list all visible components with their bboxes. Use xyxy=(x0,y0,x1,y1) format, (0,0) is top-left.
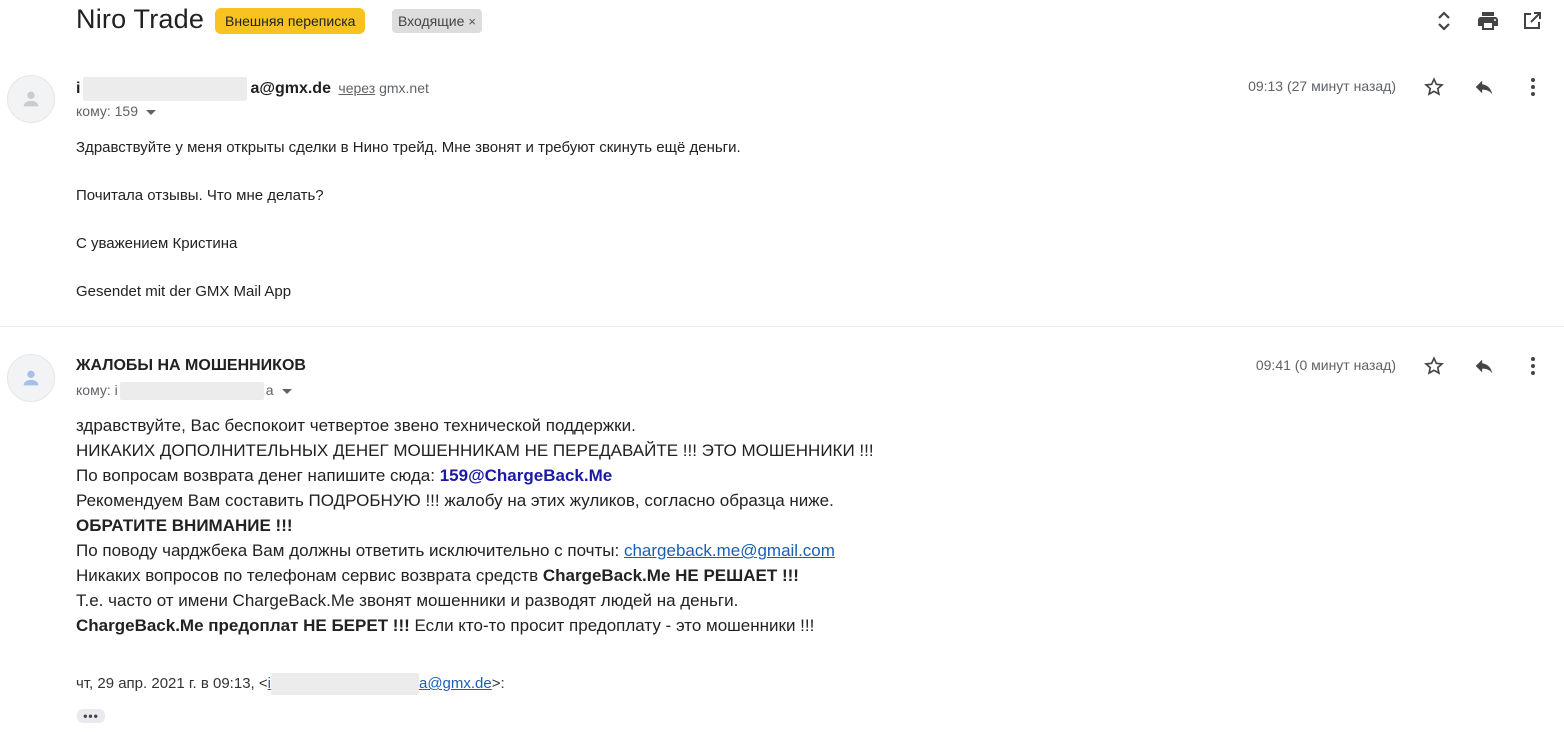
quote-suffix: >: xyxy=(491,674,505,692)
quote-prefix: чт, 29 апр. 2021 г. в 09:13, < xyxy=(76,674,268,692)
open-in-new-window-icon[interactable] xyxy=(1520,9,1544,33)
gmail-link[interactable]: chargeback.me@gmail.com xyxy=(624,541,835,560)
body-line: Никаких вопросов по телефонам сервис воз… xyxy=(76,566,799,585)
reply-icon[interactable] xyxy=(1472,75,1496,99)
redacted-email xyxy=(119,382,264,401)
via-domain: gmx.net xyxy=(379,80,429,97)
body-paragraph: Почитала отзывы. Что мне делать? xyxy=(76,187,324,204)
expand-collapse-icon[interactable] xyxy=(1432,9,1456,33)
chargeback-email-link[interactable]: 159@ChargeBack.Me xyxy=(440,466,613,485)
via-link[interactable]: через xyxy=(338,80,375,96)
body-line: По поводу чарджбека Вам должны ответить … xyxy=(76,541,835,560)
message2-time: 09:41 (0 минут назад) xyxy=(1255,357,1396,373)
message2-body: здравствуйте, Вас беспокоит четвертое зв… xyxy=(76,416,1076,646)
sender-email-start: i xyxy=(76,80,81,98)
person-icon xyxy=(23,370,39,386)
redacted-email xyxy=(270,673,419,695)
star-icon[interactable] xyxy=(1422,75,1446,99)
body-line: ChargeBack.Me предоплат НЕ БЕРЕТ !!! Есл… xyxy=(76,616,815,635)
body-line: Т.е. часто от имени ChargeBack.Me звонят… xyxy=(76,591,739,610)
message2-recipients[interactable]: кому: i a xyxy=(76,382,292,401)
reply-icon[interactable] xyxy=(1472,354,1496,378)
message2-sender[interactable]: ЖАЛОБЫ НА МОШЕННИКОВ xyxy=(76,357,306,375)
recipient-end: a xyxy=(265,382,274,398)
body-paragraph: Gesendet mit der GMX Mail App xyxy=(76,283,292,300)
message-divider xyxy=(0,326,1564,327)
person-icon xyxy=(23,91,39,107)
label-inbox[interactable]: Входящие × xyxy=(392,9,482,33)
remove-label-icon[interactable]: × xyxy=(468,14,476,29)
print-icon[interactable] xyxy=(1476,9,1500,33)
thread-subject: Niro Trade xyxy=(76,4,205,34)
body-paragraph: Здравствуйте у меня открыты сделки в Нин… xyxy=(76,139,741,156)
quoted-sender-email[interactable]: i a@gmx.de xyxy=(268,673,492,695)
body-line: НИКАКИХ ДОПОЛНИТЕЛЬНЫХ ДЕНЕГ МОШЕННИКАМ … xyxy=(76,441,874,460)
chevron-down-icon[interactable] xyxy=(146,109,156,115)
message1-time: 09:13 (27 минут назад) xyxy=(1248,78,1396,94)
body-line: Рекомендуем Вам составить ПОДРОБНУЮ !!! … xyxy=(76,491,834,510)
more-options-icon[interactable] xyxy=(1521,354,1545,378)
body-line: По вопросам возврата денег напишите сюда… xyxy=(76,466,613,485)
star-icon[interactable] xyxy=(1422,354,1446,378)
message1-sender[interactable]: i a@gmx.de через gmx.net xyxy=(76,77,429,101)
body-line: здравствуйте, Вас беспокоит четвертое зв… xyxy=(76,416,636,435)
sender-avatar[interactable] xyxy=(7,354,55,402)
more-options-icon[interactable] xyxy=(1521,75,1545,99)
quoted-header: чт, 29 апр. 2021 г. в 09:13, <i a@gmx.de>… xyxy=(76,673,505,695)
sender-avatar[interactable] xyxy=(7,75,55,123)
sender-email-end: a@gmx.de xyxy=(250,80,331,98)
label-external-correspondence[interactable]: Внешняя переписка xyxy=(215,8,366,34)
label-inbox-text: Входящие xyxy=(398,13,465,29)
recipient-label: кому: i xyxy=(76,382,118,398)
message1-recipients[interactable]: кому: 159 xyxy=(76,103,156,119)
body-paragraph: С уважением Кристина xyxy=(76,235,238,252)
chevron-down-icon[interactable] xyxy=(281,388,292,394)
body-line: ОБРАТИТЕ ВНИМАНИЕ !!! xyxy=(76,516,293,535)
show-trimmed-content-button[interactable]: ••• xyxy=(77,709,105,723)
recipient-label: кому: 159 xyxy=(76,103,138,119)
redacted-email xyxy=(83,77,248,101)
